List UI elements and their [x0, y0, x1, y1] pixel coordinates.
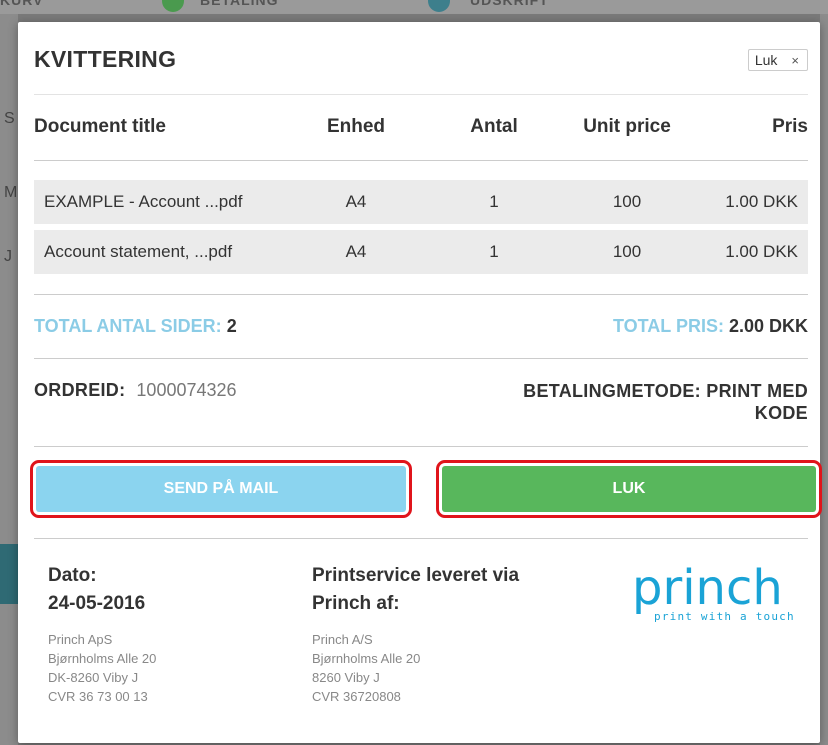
service-heading: Printservice leveret via — [312, 565, 520, 586]
princh-logo-icon: princh print with a touch — [632, 560, 795, 623]
payment-method: BETALINGMETODE: PRINT MED KODE — [468, 380, 808, 424]
address-line: DK-8260 Viby J — [48, 670, 139, 685]
date-block: Dato: 24-05-2016 Princh ApS Bjørnholms A… — [48, 562, 288, 706]
table-header: Document title Enhed Antal Unit price Pr… — [34, 94, 808, 161]
address-line: 8260 Viby J — [312, 670, 380, 685]
total-pages: TOTAL ANTAL SIDER: 2 — [34, 316, 237, 337]
bg-step-betaling: BETALING — [200, 0, 279, 8]
company-address: Princh ApS Bjørnholms Alle 20 DK-8260 Vi… — [48, 630, 288, 706]
cell-document-title: EXAMPLE - Account ...pdf — [44, 192, 243, 211]
total-pages-label: TOTAL ANTAL SIDER: — [34, 316, 222, 336]
cell-document-title: Account statement, ...pdf — [44, 242, 233, 261]
cell-unit: A4 — [345, 192, 367, 211]
background-left-strip: S M J — [0, 14, 18, 745]
cell-unit: A4 — [345, 242, 367, 261]
close-button[interactable]: LUK — [436, 460, 822, 518]
send-mail-button[interactable]: SEND PÅ MAIL — [30, 460, 412, 518]
bg-step-number-icon — [428, 0, 450, 12]
order-id: ORDREID: 1000074326 — [34, 380, 237, 401]
bg-char: J — [4, 248, 12, 265]
divider — [34, 294, 808, 295]
address-line: Princh A/S — [312, 632, 373, 647]
bg-teal-block — [0, 544, 18, 604]
divider — [34, 358, 808, 359]
total-price-label: TOTAL PRIS: — [612, 316, 724, 336]
cell-unit-price: 100 — [612, 242, 642, 261]
order-id-label: ORDREID: — [34, 380, 126, 400]
divider — [34, 538, 808, 539]
background-right-strip — [820, 14, 828, 745]
payment-method-label: BETALINGMETODE: — [523, 381, 701, 401]
payment-method-value: PRINT MED KODE — [706, 381, 808, 423]
column-header-price: Pris — [772, 116, 808, 137]
address-line: Bjørnholms Alle 20 — [312, 651, 421, 666]
close-icon: × — [791, 52, 799, 68]
cell-price: 1.00 DKK — [725, 242, 798, 261]
bg-step-udskrift: UDSKRIFT — [470, 0, 549, 8]
bg-char: M — [4, 184, 18, 201]
background-step-bar: KURV BETALING UDSKRIFT — [0, 0, 828, 14]
logo-tagline: print with a touch — [654, 610, 795, 623]
address-line: Princh ApS — [48, 632, 113, 647]
totals-section: TOTAL ANTAL SIDER: 2 TOTAL PRIS: 2.00 DK… — [34, 310, 808, 340]
cell-price: 1.00 DKK — [725, 192, 798, 211]
service-heading: Princh af: — [312, 593, 400, 614]
bg-step-check-icon — [162, 0, 184, 12]
column-header-unit: Enhed — [326, 116, 386, 137]
column-header-document-title: Document title — [34, 116, 166, 137]
column-header-unit-price: Unit price — [583, 116, 671, 137]
cell-unit-price: 100 — [612, 192, 642, 211]
cell-quantity: 1 — [489, 192, 499, 211]
address-line: CVR 36720808 — [312, 689, 401, 704]
service-block: Printservice leveret via Princh af: Prin… — [312, 562, 582, 706]
order-section: ORDREID: 1000074326 BETALINGMETODE: PRIN… — [34, 374, 808, 434]
receipt-modal: KVITTERING Luk × Document title Enhed An… — [18, 22, 822, 743]
modal-title: KVITTERING — [34, 46, 177, 72]
date-label: Dato: — [48, 565, 97, 586]
date-value: 24-05-2016 — [48, 593, 146, 614]
order-id-value: 1000074326 — [136, 380, 237, 400]
total-pages-value: 2 — [226, 316, 237, 336]
column-header-quantity: Antal — [470, 116, 518, 137]
total-price-value: 2.00 DKK — [728, 316, 808, 336]
modal-header: KVITTERING Luk × — [34, 22, 808, 95]
bg-char: S — [4, 110, 15, 127]
logo-word: princh — [632, 560, 783, 616]
address-line: CVR 36 73 00 13 — [48, 689, 148, 704]
cell-quantity: 1 — [489, 242, 499, 261]
table-row: Account statement, ...pdf A4 1 100 1.00 … — [34, 230, 808, 274]
close-modal-button[interactable]: Luk × — [747, 49, 808, 71]
table-row: EXAMPLE - Account ...pdf A4 1 100 1.00 D… — [34, 180, 808, 224]
address-line: Bjørnholms Alle 20 — [48, 651, 157, 666]
total-price: TOTAL PRIS: 2.00 DKK — [613, 316, 808, 337]
divider — [34, 446, 808, 447]
close-modal-label: Luk — [754, 52, 778, 68]
bg-step-kurv: KURV — [0, 0, 44, 8]
service-address: Princh A/S Bjørnholms Alle 20 8260 Viby … — [312, 630, 582, 706]
